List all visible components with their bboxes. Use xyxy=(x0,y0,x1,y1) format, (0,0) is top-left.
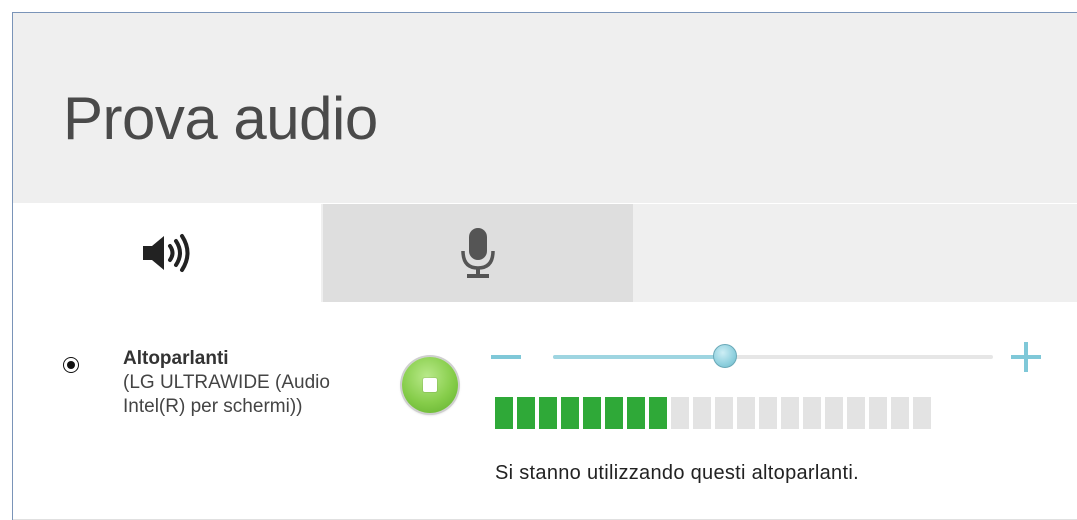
meter-segment xyxy=(671,397,689,429)
meter-segment xyxy=(913,397,931,429)
meter-segment xyxy=(737,397,755,429)
volume-increase-button[interactable] xyxy=(1011,342,1041,372)
stop-test-button[interactable] xyxy=(402,357,458,413)
tab-microphone[interactable] xyxy=(323,204,633,302)
device-name: Altoparlanti xyxy=(123,348,229,369)
dialog-header: Prova audio xyxy=(13,13,1077,203)
dialog-title: Prova audio xyxy=(63,85,378,152)
tab-bar xyxy=(13,204,1077,302)
meter-segment xyxy=(495,397,513,429)
stop-icon xyxy=(423,378,437,392)
volume-decrease-button[interactable] xyxy=(491,355,521,359)
meter-segment xyxy=(693,397,711,429)
volume-slider-thumb[interactable] xyxy=(712,344,737,368)
microphone-icon xyxy=(461,228,495,278)
meter-segment xyxy=(539,397,557,429)
audio-test-dialog: Prova audio Altoparlanti (LG ULTRAWIDE (… xyxy=(12,12,1077,520)
device-info: Altoparlanti (LG ULTRAWIDE (Audio Intel(… xyxy=(123,347,373,419)
volume-slider[interactable] xyxy=(553,344,993,368)
speaker-device-row: Altoparlanti (LG ULTRAWIDE (Audio Intel(… xyxy=(13,302,1077,520)
meter-segment xyxy=(583,397,601,429)
meter-segment xyxy=(825,397,843,429)
meter-segment xyxy=(649,397,667,429)
device-status-text: Si stanno utilizzando questi altoparlant… xyxy=(495,462,859,484)
device-description: (LG ULTRAWIDE (Audio Intel(R) per scherm… xyxy=(123,372,330,417)
meter-segment xyxy=(627,397,645,429)
radio-selected-dot xyxy=(67,361,75,369)
meter-segment xyxy=(869,397,887,429)
meter-segment xyxy=(847,397,865,429)
speaker-icon xyxy=(143,234,190,272)
device-radio[interactable] xyxy=(63,357,79,373)
meter-segment xyxy=(759,397,777,429)
meter-segment xyxy=(803,397,821,429)
tab-speakers[interactable] xyxy=(13,204,321,302)
meter-segment xyxy=(715,397,733,429)
meter-segment xyxy=(561,397,579,429)
meter-segment xyxy=(605,397,623,429)
audio-level-meter xyxy=(495,397,931,429)
meter-segment xyxy=(891,397,909,429)
meter-segment xyxy=(517,397,535,429)
meter-segment xyxy=(781,397,799,429)
volume-slider-fill xyxy=(553,355,725,359)
